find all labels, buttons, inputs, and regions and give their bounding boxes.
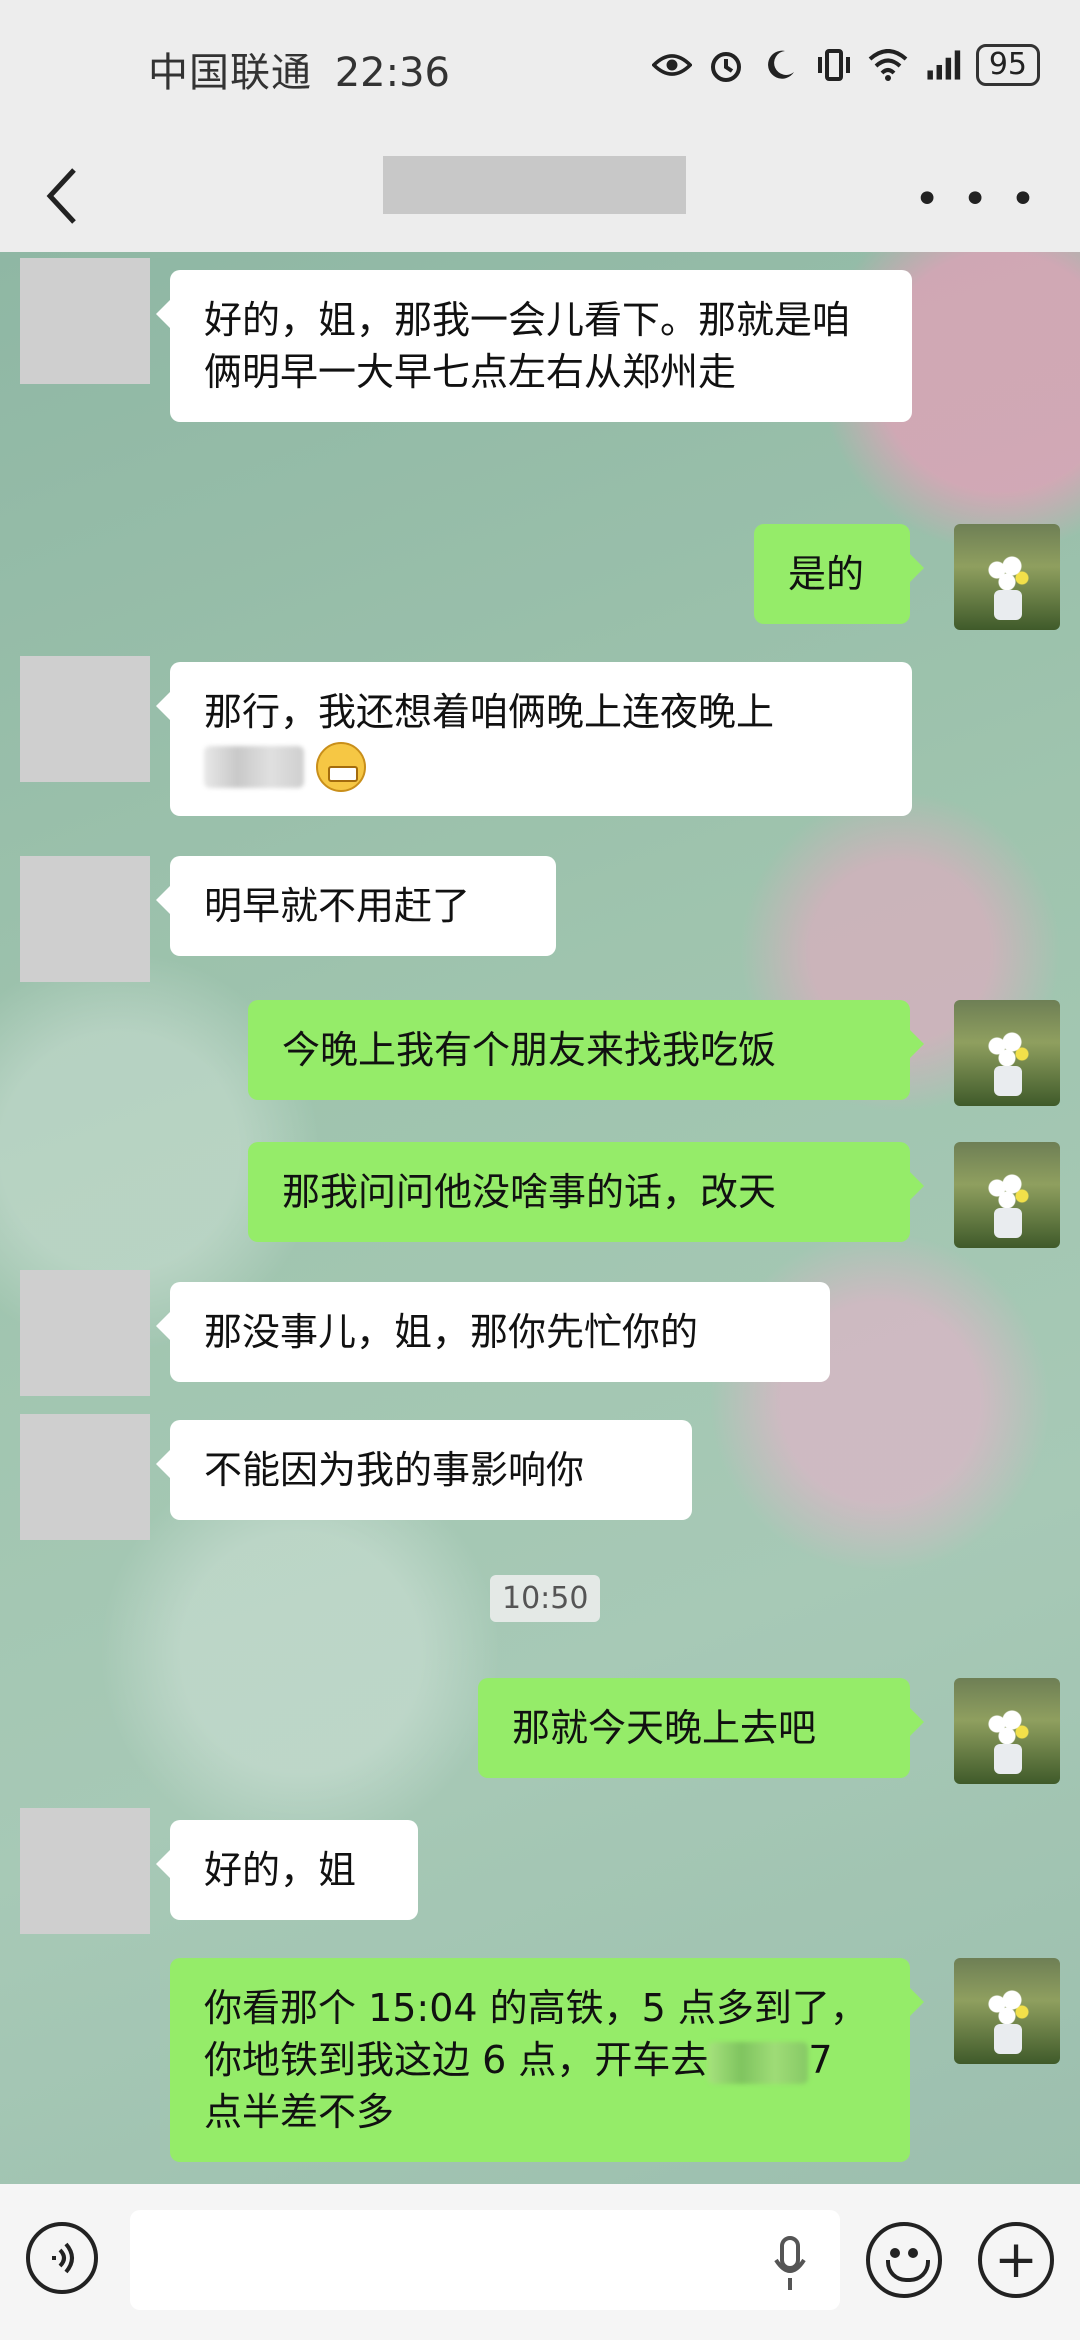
- plus-icon[interactable]: +: [978, 2222, 1054, 2298]
- microphone-icon[interactable]: [770, 2234, 810, 2294]
- eye-icon: [651, 45, 692, 85]
- message-text: 那行，我还想着咱俩晚上连夜晚上: [204, 690, 775, 734]
- moon-icon: [760, 45, 800, 85]
- contact-avatar[interactable]: [20, 856, 150, 982]
- message-timestamp: 10:50: [490, 1575, 601, 1622]
- my-avatar[interactable]: [954, 1142, 1060, 1248]
- carrier-label: 中国联通: [148, 50, 312, 96]
- contact-avatar[interactable]: [20, 1414, 150, 1540]
- voice-input-icon[interactable]: [26, 2222, 98, 2294]
- status-left: 中国联通 22:36: [148, 40, 450, 98]
- message-bubble-outgoing[interactable]: 你看那个 15:04 的高铁，5 点多到了，你地铁到我这边 6 点，开车去 7 点…: [170, 1958, 924, 2162]
- my-avatar[interactable]: [954, 1000, 1060, 1106]
- wifi-icon: [868, 45, 908, 85]
- my-avatar[interactable]: [954, 1678, 1060, 1784]
- message-bubble-incoming[interactable]: 那行，我还想着咱俩晚上连夜晚上: [156, 662, 912, 816]
- vibrate-icon: [814, 45, 854, 85]
- message-input[interactable]: [130, 2210, 840, 2310]
- more-options-icon[interactable]: • • •: [914, 174, 1040, 225]
- contact-avatar[interactable]: [20, 656, 150, 782]
- signal-4g-icon: [922, 45, 962, 85]
- status-bar: 中国联通 22:36 95: [0, 0, 1080, 140]
- message-bubble-incoming[interactable]: 好的，姐，那我一会儿看下。那就是咱俩明早一大早七点左右从郑州走: [156, 270, 912, 422]
- grin-emoji-icon: [316, 741, 367, 792]
- message-bubble-outgoing[interactable]: 那就今天晚上去吧: [478, 1678, 924, 1778]
- redacted-blur: [204, 745, 304, 788]
- chat-area[interactable]: 好的，姐，那我一会儿看下。那就是咱俩明早一大早七点左右从郑州走 是的 那行，我还…: [0, 252, 1080, 2184]
- status-icons: 95: [651, 44, 1040, 86]
- message-bubble-incoming[interactable]: 不能因为我的事影响你: [156, 1420, 692, 1520]
- contact-avatar[interactable]: [20, 1270, 150, 1396]
- clock: 22:36: [334, 50, 450, 96]
- message-bubble-outgoing[interactable]: 那我问问他没啥事的话，改天: [248, 1142, 924, 1242]
- message-bubble-outgoing[interactable]: 今晚上我有个朋友来找我吃饭: [248, 1000, 924, 1100]
- contact-avatar[interactable]: [20, 258, 150, 384]
- message-bubble-outgoing[interactable]: 是的: [754, 524, 924, 624]
- input-bar: +: [0, 2184, 1080, 2340]
- redacted-blur: [708, 2041, 809, 2084]
- my-avatar[interactable]: [954, 1958, 1060, 2064]
- contact-avatar[interactable]: [20, 1808, 150, 1934]
- battery-level: 95: [975, 44, 1040, 86]
- alarm-icon: [706, 45, 746, 85]
- emoji-icon[interactable]: [866, 2222, 942, 2298]
- my-avatar[interactable]: [954, 524, 1060, 630]
- message-bubble-incoming[interactable]: 好的，姐: [156, 1820, 418, 1920]
- message-bubble-incoming[interactable]: 那没事儿，姐，那你先忙你的: [156, 1282, 830, 1382]
- chat-header: • • •: [0, 140, 1080, 252]
- back-arrow-icon[interactable]: [40, 164, 84, 228]
- chat-title: [383, 156, 686, 214]
- message-bubble-incoming[interactable]: 明早就不用赶了: [156, 856, 556, 956]
